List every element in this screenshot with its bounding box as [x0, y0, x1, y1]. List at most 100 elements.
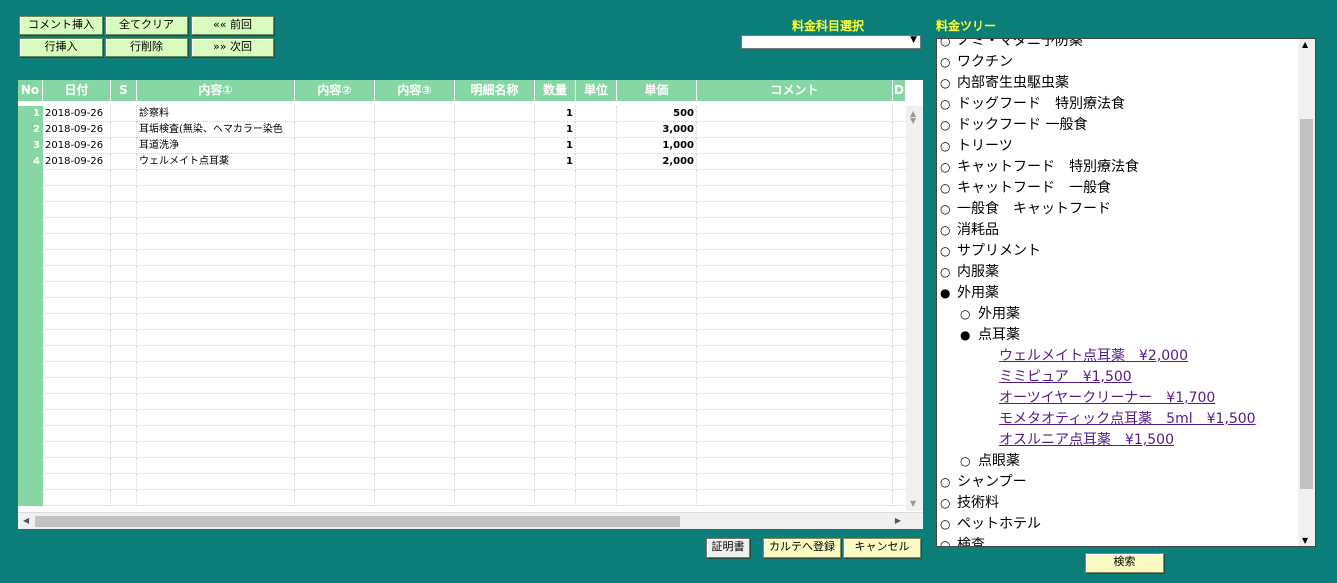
cell-comment[interactable] — [697, 362, 893, 378]
tree-category-item[interactable]: ○ サプリメント — [937, 241, 1299, 262]
cell-date[interactable] — [43, 426, 111, 442]
cell-content2[interactable] — [295, 314, 375, 330]
cell-qty[interactable] — [535, 314, 576, 330]
cell-content1[interactable] — [137, 442, 295, 458]
cell-content1[interactable] — [137, 346, 295, 362]
cell-comment[interactable] — [697, 106, 893, 122]
cell-s[interactable] — [111, 490, 137, 506]
cell-detail[interactable] — [455, 442, 535, 458]
cell-comment[interactable] — [697, 186, 893, 202]
cell-content1[interactable] — [137, 266, 295, 282]
prev-button[interactable]: «« 前回 — [191, 16, 274, 35]
cell-price[interactable] — [617, 394, 697, 410]
comment-insert-button[interactable]: コメント挿入 — [19, 16, 103, 35]
cell-content3[interactable] — [375, 218, 455, 234]
cell-qty[interactable]: 1 — [535, 122, 576, 138]
cell-detail[interactable] — [455, 138, 535, 154]
cell-comment[interactable] — [697, 218, 893, 234]
cell-s[interactable] — [111, 426, 137, 442]
tree-category-item[interactable]: ● 外用薬 — [937, 283, 1299, 304]
cell-content1[interactable] — [137, 314, 295, 330]
cell-date[interactable] — [43, 282, 111, 298]
cell-unit[interactable] — [576, 474, 617, 490]
cell-qty[interactable] — [535, 282, 576, 298]
table-row[interactable]: 3 2018-09-26 耳道洗浄 1 1,000 — [18, 138, 906, 154]
table-row[interactable] — [18, 170, 906, 186]
cell-content3[interactable] — [375, 458, 455, 474]
tree-category-item[interactable]: ○ ワクチン — [937, 52, 1299, 73]
cell-content1[interactable] — [137, 282, 295, 298]
cell-comment[interactable] — [697, 490, 893, 506]
cell-s[interactable] — [111, 138, 137, 154]
cell-comment[interactable] — [697, 378, 893, 394]
tree-category-item[interactable]: ○ ノミ・マダニ予防薬 — [937, 39, 1299, 52]
tree-category-item[interactable]: ○ 点眼薬 — [937, 451, 1299, 472]
register-chart-button[interactable]: カルテへ登録 — [763, 538, 841, 558]
cell-price[interactable] — [617, 234, 697, 250]
cell-unit[interactable] — [576, 458, 617, 474]
cell-comment[interactable] — [697, 346, 893, 362]
grid-vertical-scrollbar[interactable]: ▲ ▼ ▼ — [906, 106, 923, 511]
cell-detail[interactable] — [455, 346, 535, 362]
tree-category-item[interactable]: ○ 内服薬 — [937, 262, 1299, 283]
tree-category-item[interactable]: ● 点耳薬 — [937, 325, 1299, 346]
cell-unit[interactable] — [576, 394, 617, 410]
cell-content2[interactable] — [295, 122, 375, 138]
cell-date[interactable]: 2018-09-26 — [43, 138, 111, 154]
cell-price[interactable] — [617, 282, 697, 298]
cell-qty[interactable] — [535, 202, 576, 218]
cell-qty[interactable] — [535, 170, 576, 186]
cell-unit[interactable] — [576, 186, 617, 202]
cell-date[interactable]: 2018-09-26 — [43, 106, 111, 122]
cell-comment[interactable] — [697, 474, 893, 490]
cell-detail[interactable] — [455, 314, 535, 330]
header-col-no[interactable]: No — [18, 80, 43, 101]
cell-content2[interactable] — [295, 170, 375, 186]
cell-s[interactable] — [111, 298, 137, 314]
cell-unit[interactable] — [576, 282, 617, 298]
cell-unit[interactable] — [576, 410, 617, 426]
cell-price[interactable] — [617, 250, 697, 266]
cell-qty[interactable]: 1 — [535, 154, 576, 170]
next-button[interactable]: »» 次回 — [191, 38, 274, 57]
cell-qty[interactable] — [535, 250, 576, 266]
cell-content1[interactable] — [137, 234, 295, 250]
cell-content1[interactable] — [137, 250, 295, 266]
row-delete-button[interactable]: 行削除 — [105, 38, 188, 57]
cell-content1[interactable] — [137, 458, 295, 474]
cancel-button[interactable]: キャンセル — [843, 538, 921, 558]
cell-content2[interactable] — [295, 250, 375, 266]
cell-detail[interactable] — [455, 218, 535, 234]
cell-content3[interactable] — [375, 154, 455, 170]
cell-content3[interactable] — [375, 442, 455, 458]
cell-comment[interactable] — [697, 394, 893, 410]
cell-content2[interactable] — [295, 442, 375, 458]
cell-date[interactable] — [43, 298, 111, 314]
table-row[interactable] — [18, 330, 906, 346]
cell-content2[interactable] — [295, 234, 375, 250]
fee-category-select[interactable]: ▼ — [741, 35, 921, 49]
table-row[interactable] — [18, 410, 906, 426]
cell-qty[interactable]: 1 — [535, 138, 576, 154]
cell-price[interactable] — [617, 186, 697, 202]
cell-detail[interactable] — [455, 282, 535, 298]
cell-qty[interactable] — [535, 346, 576, 362]
cell-comment[interactable] — [697, 410, 893, 426]
cell-s[interactable] — [111, 218, 137, 234]
cell-content3[interactable] — [375, 186, 455, 202]
cell-s[interactable] — [111, 474, 137, 490]
tree-category-item[interactable]: ○ キャットフード 一般食 — [937, 178, 1299, 199]
cell-price[interactable] — [617, 170, 697, 186]
cell-date[interactable] — [43, 474, 111, 490]
cell-content3[interactable] — [375, 330, 455, 346]
cell-qty[interactable] — [535, 266, 576, 282]
tree-category-item[interactable]: ○ シャンプー — [937, 472, 1299, 493]
cell-comment[interactable] — [697, 170, 893, 186]
tree-leaf-item[interactable]: オスルニア点耳薬 ¥1,500 — [937, 430, 1299, 451]
cell-date[interactable] — [43, 266, 111, 282]
table-row[interactable] — [18, 266, 906, 282]
cell-content1[interactable] — [137, 330, 295, 346]
header-col-s[interactable]: S — [111, 80, 137, 101]
cell-detail[interactable] — [455, 490, 535, 506]
cell-unit[interactable] — [576, 202, 617, 218]
